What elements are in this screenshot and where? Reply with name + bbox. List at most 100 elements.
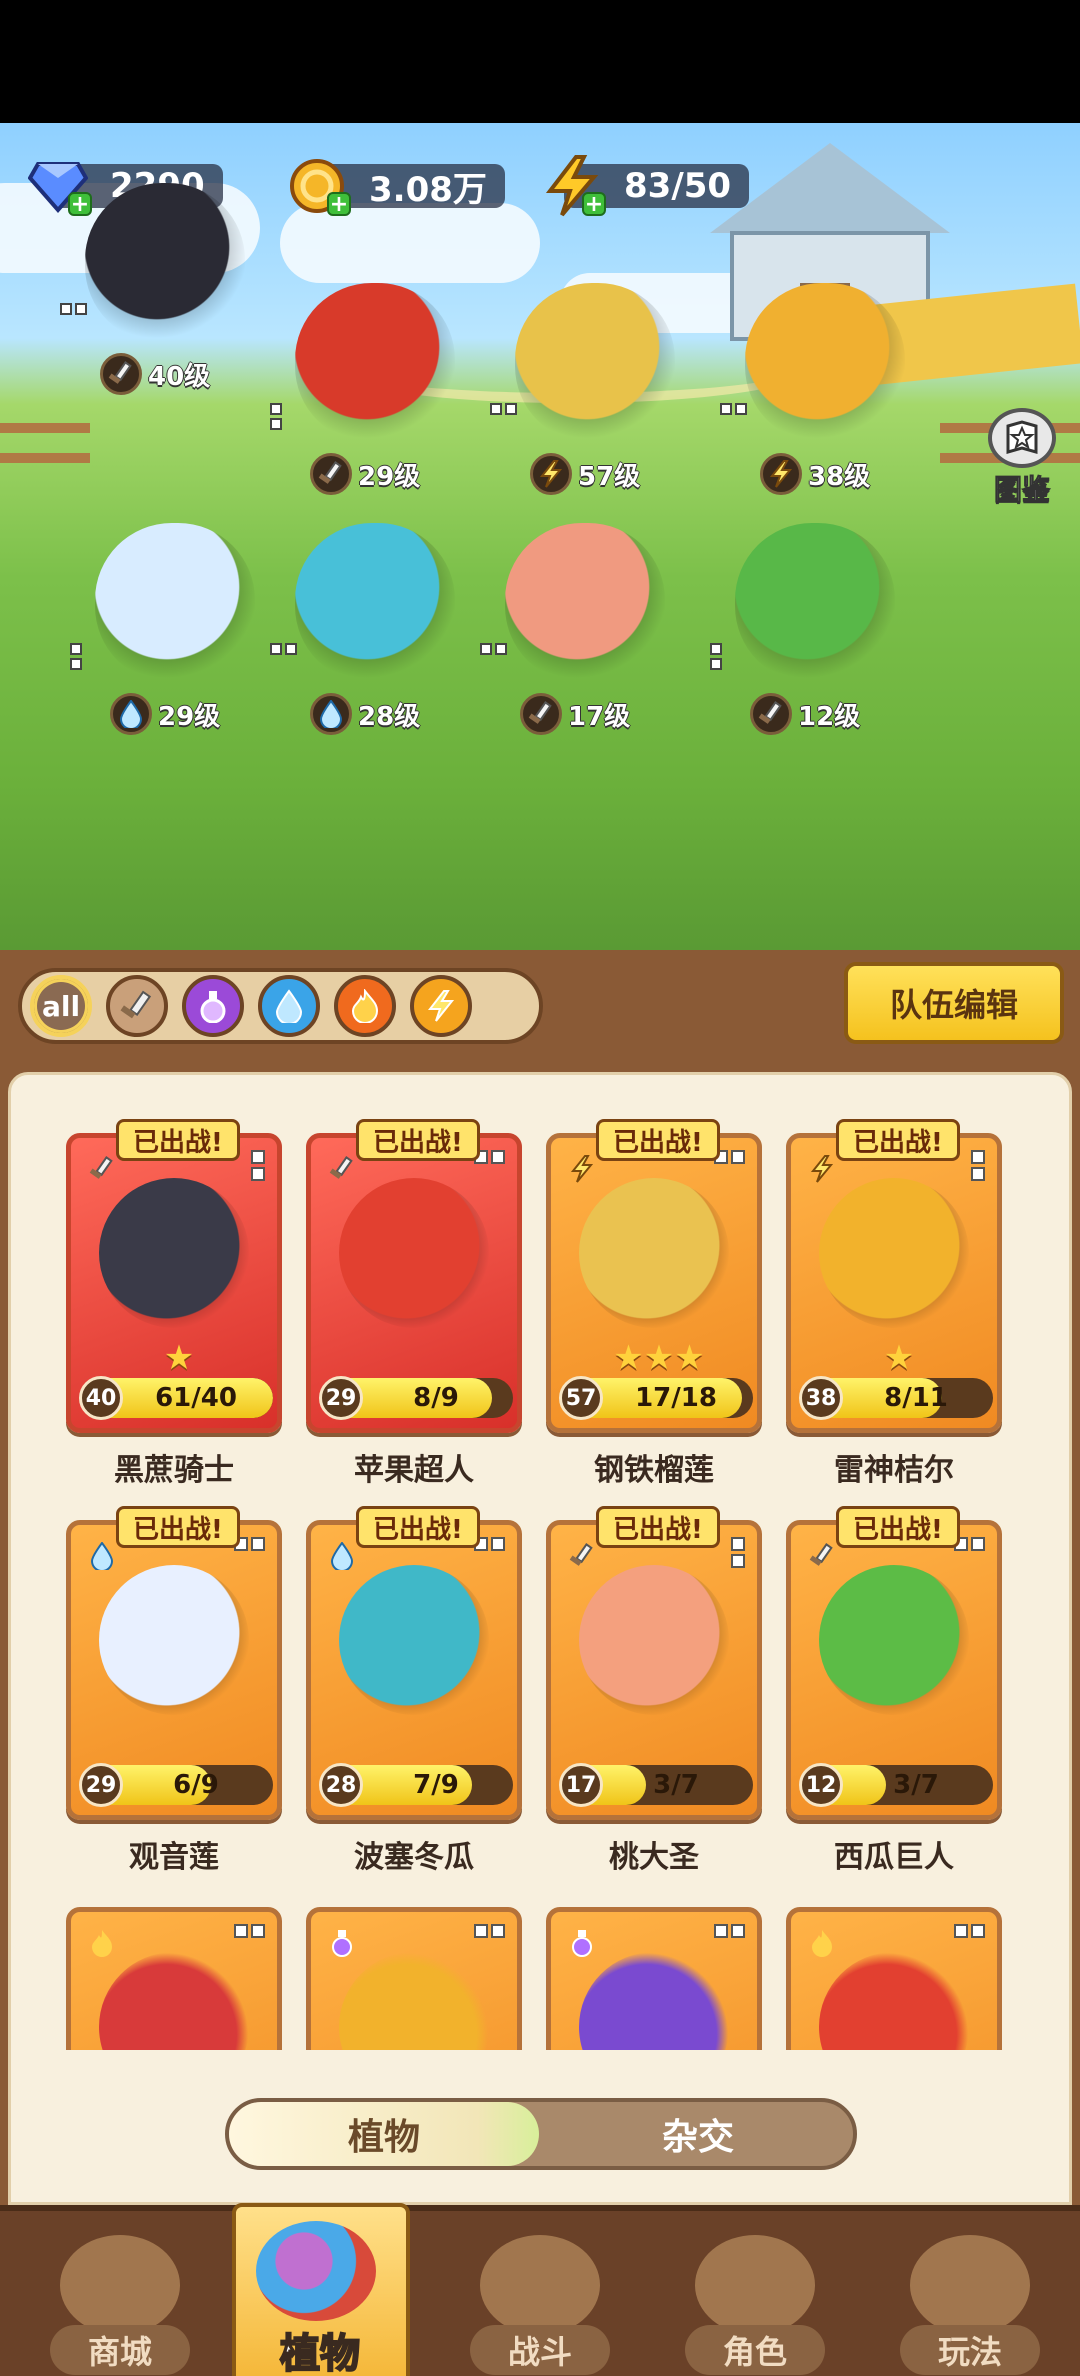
formation-cells: [954, 1924, 985, 1938]
plant-panel: 已出战! ★ 61/40 40 黑蔗骑士 已出战! 8/9 29 苹果超人 已出战!…: [0, 1060, 1080, 2205]
unit-level: 29级: [158, 701, 221, 732]
battle-icon: [480, 2235, 600, 2335]
card-frame: [786, 1907, 1002, 2050]
water-icon[interactable]: [258, 975, 320, 1037]
category-switch: 植物 杂交: [225, 2098, 857, 2170]
plant-card[interactable]: 已出战! ★★★ 17/18 57 钢铁榴莲: [546, 1119, 762, 1488]
team-edit-button[interactable]: 队伍编辑: [844, 962, 1064, 1044]
plant-card[interactable]: [306, 1907, 522, 2050]
codex-label: 图鉴: [993, 473, 1050, 507]
lightning-icon: [530, 453, 572, 495]
card-frame: 7/9 28: [306, 1520, 522, 1820]
card-frame: 6/9 29: [66, 1520, 282, 1820]
element-filter: all: [18, 968, 543, 1044]
nav-gameplay-label: 玩法: [900, 2325, 1040, 2375]
nav-gameplay[interactable]: 玩法: [870, 2225, 1070, 2376]
level-badge: 12: [799, 1763, 843, 1807]
plant-card[interactable]: 已出战! 7/9 28 波塞冬瓜: [306, 1506, 522, 1875]
energy-resource[interactable]: + 83/50: [540, 155, 750, 217]
plant-name: 桃大圣: [609, 1840, 699, 1875]
card-frame: 3/7 12: [786, 1520, 1002, 1820]
formation-marks: [70, 643, 82, 670]
plant-card[interactable]: 已出战! 3/7 17 桃大圣: [546, 1506, 762, 1875]
nav-shop[interactable]: 商城: [20, 2225, 220, 2376]
water-icon: [110, 693, 152, 735]
fire-icon[interactable]: [334, 975, 396, 1037]
plant-portrait: [579, 1565, 729, 1715]
star-rating: ★★★: [613, 1338, 705, 1378]
nav-character[interactable]: 角色: [655, 2225, 855, 2376]
codex-button[interactable]: 图鉴: [982, 408, 1062, 508]
add-gems-icon[interactable]: +: [68, 192, 92, 216]
nav-plants[interactable]: 植物: [232, 2203, 410, 2376]
sword-icon[interactable]: [106, 975, 168, 1037]
plant-card[interactable]: 已出战! 8/9 29 苹果超人: [306, 1119, 522, 1488]
nav-battle[interactable]: 战斗: [440, 2225, 640, 2376]
plant-figure: [505, 523, 665, 683]
plant-portrait: [99, 1952, 249, 2050]
plant-figure: [745, 283, 905, 443]
card-frame: 8/9 29: [306, 1133, 522, 1433]
add-coins-icon[interactable]: +: [327, 192, 351, 216]
tab-plants[interactable]: 植物: [229, 2102, 539, 2166]
formation-cells: [474, 1924, 505, 1938]
card-frame: [546, 1907, 762, 2050]
plant-portrait: [579, 1952, 729, 2050]
potion-icon[interactable]: [182, 975, 244, 1037]
star-rating: ★: [163, 1338, 195, 1378]
shop-icon: [60, 2235, 180, 2335]
nav-plants-label: 植物: [279, 2330, 361, 2376]
plant-card[interactable]: 已出战! 3/7 12 西瓜巨人: [786, 1506, 1002, 1875]
level-badge: 28: [319, 1763, 363, 1807]
plant-figure: [515, 283, 675, 443]
plant-grid-container: 已出战! ★ 61/40 40 黑蔗骑士 已出战! 8/9 29 苹果超人 已出战!…: [8, 1072, 1072, 2205]
formation-marks: [270, 643, 297, 655]
deployed-badge: 已出战!: [596, 1506, 720, 1548]
level-badge: 17: [559, 1763, 603, 1807]
card-frame: ★ 61/40 40: [66, 1133, 282, 1433]
deployed-badge: 已出战!: [356, 1119, 480, 1161]
plant-card[interactable]: [786, 1907, 1002, 2050]
lineup-unit[interactable]: 57级: [490, 283, 700, 503]
plant-card[interactable]: [66, 1907, 282, 2050]
plant-name: 观音莲: [129, 1840, 219, 1875]
plant-grid: 已出战! ★ 61/40 40 黑蔗骑士 已出战! 8/9 29 苹果超人 已出战!…: [11, 1075, 1069, 2050]
sword-icon: [750, 693, 792, 735]
plants-icon: [256, 2221, 376, 2321]
lightning-icon: +: [540, 154, 606, 218]
sword-icon: [520, 693, 562, 735]
formation-marks: [490, 403, 517, 415]
character-icon: [695, 2235, 815, 2335]
deployed-badge: 已出战!: [836, 1506, 960, 1548]
lineup-unit[interactable]: 28级: [270, 523, 480, 743]
plant-figure: [295, 283, 455, 443]
level-badge: 40: [79, 1376, 123, 1420]
diamond-icon: +: [26, 154, 92, 218]
plant-card[interactable]: [546, 1907, 762, 2050]
level-badge: 29: [319, 1376, 363, 1420]
lineup-unit[interactable]: 40级: [60, 183, 270, 403]
lineup-unit[interactable]: 29级: [70, 523, 280, 743]
card-frame: [306, 1907, 522, 2050]
lineup-unit[interactable]: 29级: [270, 283, 480, 503]
lineup-unit[interactable]: 17级: [480, 523, 690, 743]
plant-card[interactable]: 已出战! 6/9 29 观音莲: [66, 1506, 282, 1875]
deployed-badge: 已出战!: [836, 1119, 960, 1161]
filter-all[interactable]: all: [30, 975, 92, 1037]
plant-card[interactable]: 已出战! ★ 61/40 40 黑蔗骑士: [66, 1119, 282, 1488]
lineup-unit[interactable]: 12级: [710, 523, 920, 743]
plant-name: 黑蔗骑士: [114, 1453, 234, 1488]
coins-resource[interactable]: + 3.08万: [285, 158, 505, 216]
lightning-filter-icon[interactable]: [410, 975, 472, 1037]
lineup-unit[interactable]: 38级: [720, 283, 930, 503]
add-energy-icon[interactable]: +: [582, 192, 606, 216]
filter-bar: all 队伍编辑: [0, 950, 1080, 1060]
codex-icon: [988, 408, 1056, 468]
formation-cells: [714, 1924, 745, 1938]
plant-card[interactable]: 已出战! ★ 8/11 38 雷神桔尔: [786, 1119, 1002, 1488]
gameplay-icon: [910, 2235, 1030, 2335]
sword-icon: [310, 453, 352, 495]
formation-marks: [60, 303, 87, 315]
tab-hybrid[interactable]: 杂交: [543, 2102, 853, 2166]
plant-portrait: [99, 1178, 249, 1328]
